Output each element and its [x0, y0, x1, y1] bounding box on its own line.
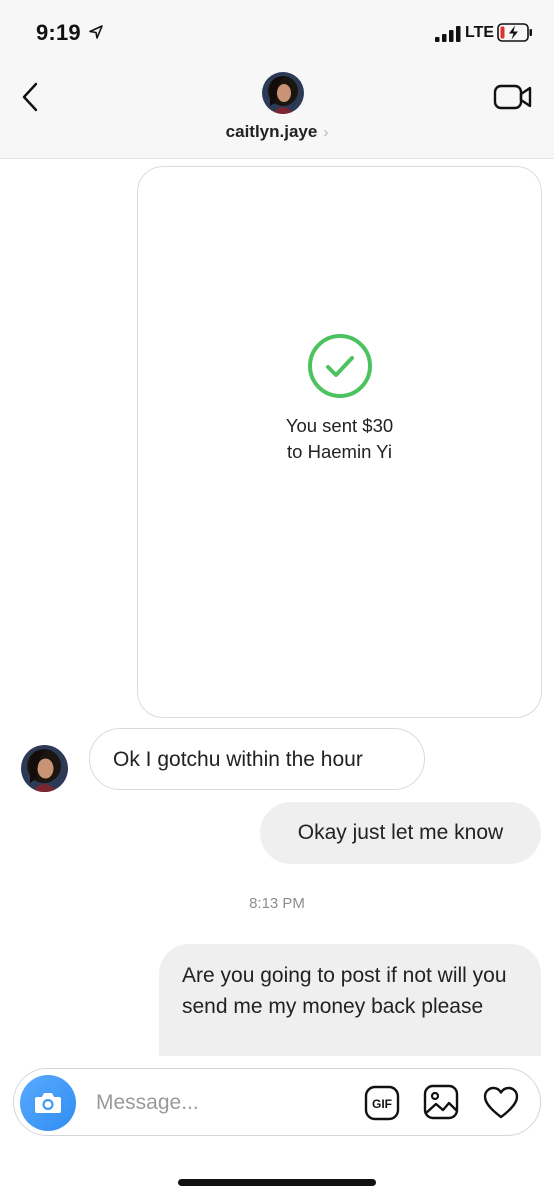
- message-timestamp: 8:13 PM: [249, 895, 305, 912]
- check-circle-icon: [308, 334, 372, 398]
- camera-icon: [35, 1093, 61, 1113]
- battery-charging-icon: [497, 23, 532, 42]
- header-username[interactable]: caitlyn.jaye ›: [0, 122, 554, 142]
- chevron-right-icon: ›: [323, 124, 329, 141]
- avatar[interactable]: [21, 745, 68, 792]
- back-chevron-icon[interactable]: [14, 80, 48, 114]
- message-incoming[interactable]: Ok I gotchu within the hour: [89, 728, 425, 790]
- payment-text: You sent $30 to Haemin Yi: [138, 413, 541, 465]
- payment-line-2: to Haemin Yi: [287, 441, 392, 462]
- camera-button[interactable]: [20, 1075, 76, 1131]
- message-outgoing[interactable]: Are you going to post if not will you se…: [159, 944, 541, 1056]
- signal-icon: [435, 26, 461, 42]
- username-label: caitlyn.jaye: [225, 122, 318, 141]
- heart-icon[interactable]: [482, 1084, 520, 1122]
- message-input[interactable]: [94, 1079, 358, 1127]
- location-arrow-icon: [89, 25, 103, 39]
- chat-header: caitlyn.jaye ›: [0, 62, 554, 159]
- home-indicator[interactable]: [178, 1179, 376, 1186]
- gif-icon[interactable]: GIF: [364, 1085, 400, 1121]
- message-composer: GIF: [13, 1068, 541, 1136]
- message-outgoing[interactable]: Okay just let me know: [260, 802, 541, 864]
- status-bar: 9:19 LTE: [0, 0, 554, 62]
- gallery-icon[interactable]: [422, 1083, 460, 1121]
- gif-label: GIF: [372, 1097, 392, 1111]
- status-time: 9:19: [36, 20, 81, 45]
- payment-line-1: You sent $30: [285, 415, 394, 436]
- payment-card[interactable]: You sent $30 to Haemin Yi: [137, 166, 542, 718]
- network-type: LTE: [465, 24, 495, 41]
- avatar[interactable]: [262, 72, 304, 114]
- video-call-icon[interactable]: [493, 82, 533, 112]
